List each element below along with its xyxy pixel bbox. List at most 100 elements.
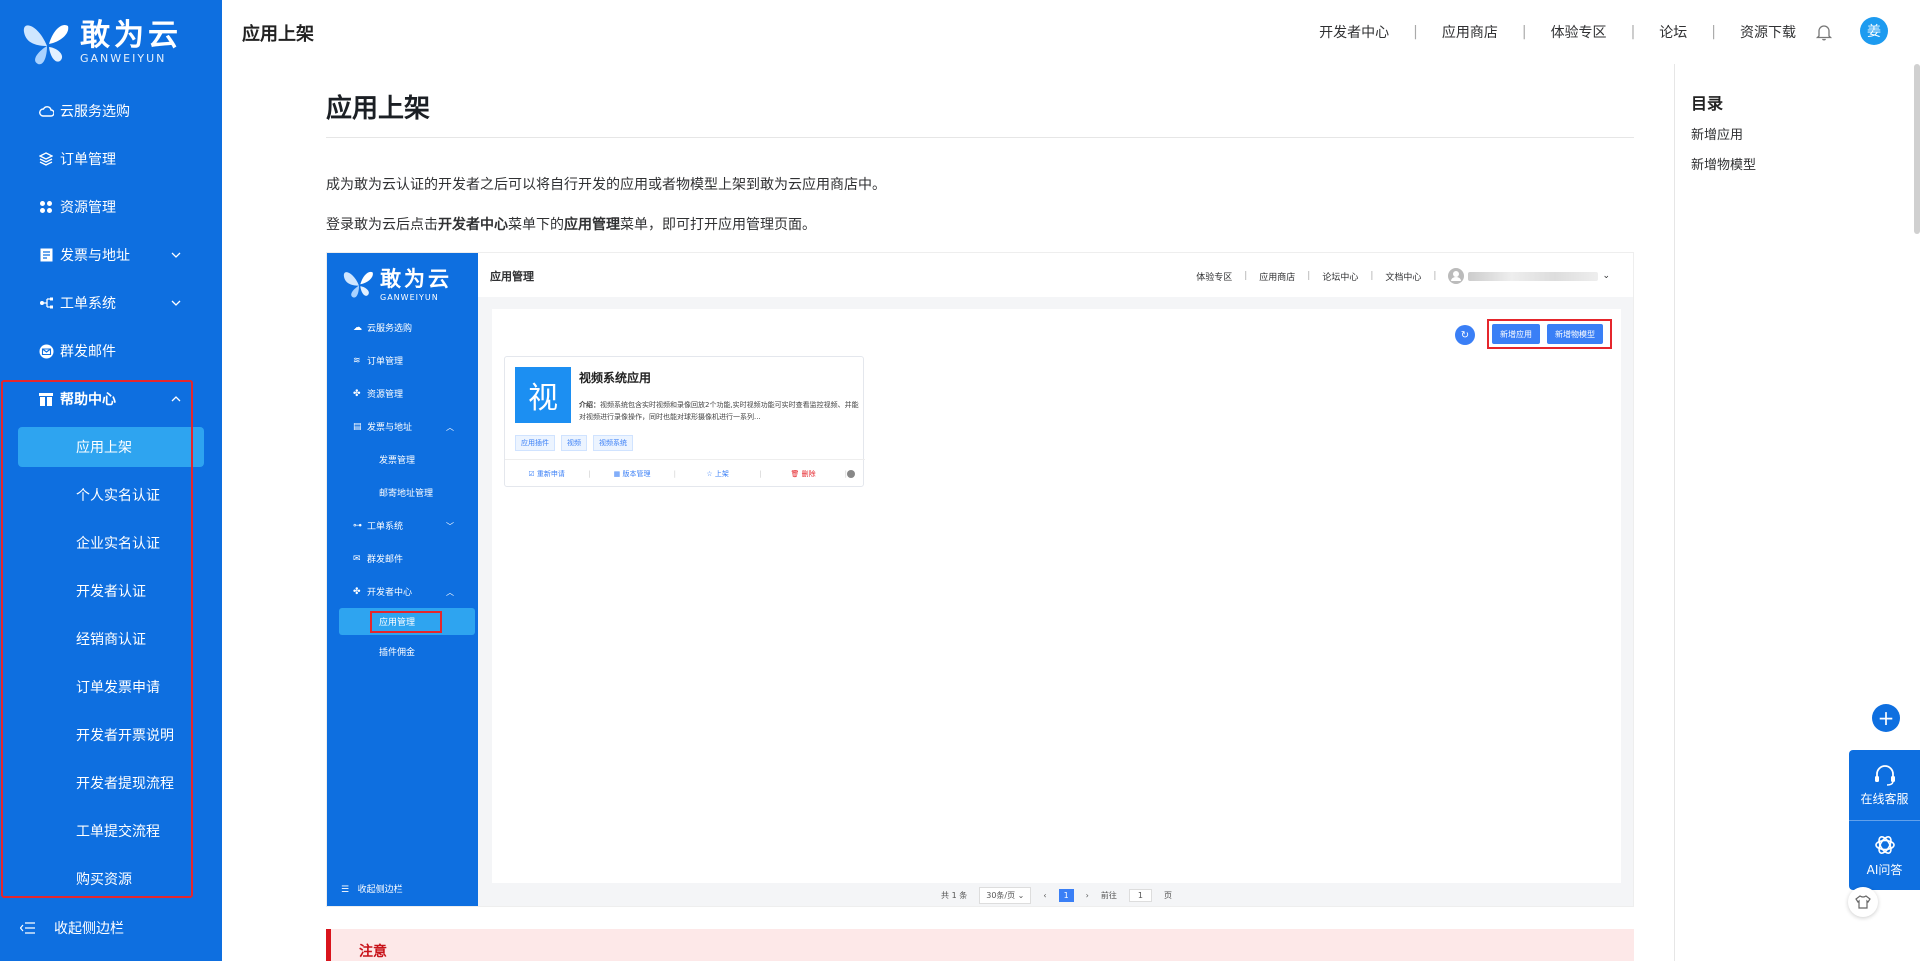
scrollbar-thumb[interactable] — [1914, 64, 1920, 234]
sidebar-item-orders[interactable]: 订单管理 — [0, 135, 222, 183]
app-root: 敢为云 GANWEIYUN 云服务选购 订单管理 资源管理 发票与地址 工单系统… — [0, 0, 1920, 961]
collapse-sidebar-button[interactable]: 收起侧边栏 — [20, 918, 124, 938]
top-link-forum[interactable]: 论坛 — [1659, 22, 1687, 42]
doc-emphasis: 开发者中心 — [438, 217, 508, 233]
screenshot-nav-item: ✤ 开发者中心 ︿ — [327, 575, 478, 608]
top-header: 应用上架 开发者中心 | 应用商店 | 体验专区 | 论坛 | 资源下载 姜 — [222, 0, 1920, 64]
collapse-menu-icon — [20, 922, 35, 934]
butterfly-logo-icon — [23, 24, 69, 65]
doc-paragraph: 登录敢为云后点击开发者中心菜单下的应用管理菜单，即可打开应用管理页面。 — [326, 214, 1634, 234]
sidebar-item-resources[interactable]: 资源管理 — [0, 183, 222, 231]
screenshot-nav-label: 工单系统 — [367, 522, 404, 532]
app-card-title: 视频系统应用 — [579, 371, 652, 385]
chevron-down-icon: ⌄ — [1602, 271, 1610, 281]
sidebar-subitem-app-listing[interactable]: 应用上架 — [18, 427, 204, 467]
online-service-label: 在线客服 — [1860, 791, 1909, 806]
tshirt-icon[interactable] — [1848, 887, 1878, 917]
toc-item-new-model[interactable]: 新增物模型 — [1691, 154, 1756, 173]
invoice-icon: ▤ — [353, 421, 362, 432]
top-link-developer-center[interactable]: 开发者中心 — [1319, 22, 1389, 42]
ai-qa-button[interactable]: AI问答 — [1849, 820, 1920, 890]
screenshot-link: 论坛中心 — [1322, 272, 1359, 283]
top-link-downloads[interactable]: 资源下载 — [1740, 22, 1796, 42]
sidebar-subitem-order-invoice[interactable]: 订单发票申请 — [0, 663, 222, 711]
chevron-up-icon: ︿ — [446, 423, 454, 432]
pager-goto: 前往 — [1100, 891, 1117, 900]
sidebar-item-invoice-address[interactable]: 发票与地址 — [0, 231, 222, 279]
pager-size-select: 30条/页 ⌄ — [979, 887, 1032, 904]
sidebar-subitem-personal-verify[interactable]: 个人实名认证 — [0, 471, 222, 519]
bell-icon[interactable] — [1814, 22, 1834, 42]
add-icon[interactable]: + — [1872, 704, 1900, 732]
pager-size-label: 30条/页 — [986, 891, 1016, 900]
doc-paragraph: 成为敢为云认证的开发者之后可以将自行开发的应用或者物模型上架到敢为云应用商店中。 — [326, 177, 886, 193]
sidebar-item-help-center[interactable]: 帮助中心 — [0, 375, 222, 423]
grid-icon — [38, 199, 54, 215]
screenshot-nav-label: 发票与地址 — [367, 423, 413, 433]
ai-qa-label: AI问答 — [1866, 863, 1903, 877]
collapse-sidebar-label: 收起侧边栏 — [54, 921, 124, 937]
screenshot-panel: ↻ 新增应用 新增物模型 视 视频系统应用 介绍：视频系统包含实时视频和录像回放… — [492, 309, 1621, 883]
screenshot-nav-label: 订单管理 — [367, 357, 404, 367]
toc-item-new-app[interactable]: 新增应用 — [1691, 124, 1743, 143]
sidebar-item-tickets[interactable]: 工单系统 — [0, 279, 222, 327]
logo-name-cn: 敢为云 — [80, 17, 182, 53]
sidebar-subitem-dealer-verify[interactable]: 经销商认证 — [0, 615, 222, 663]
sidebar-subitem-ticket-flow[interactable]: 工单提交流程 — [0, 807, 222, 855]
sidebar-item-cloud-purchase[interactable]: 云服务选购 — [0, 87, 222, 135]
sidebar-subitem-developer-verify[interactable]: 开发者认证 — [0, 567, 222, 615]
top-link-app-store[interactable]: 应用商店 — [1442, 22, 1498, 42]
app-card-desc-label: 介绍： — [579, 401, 600, 409]
screenshot-nav-sub: 插件佣金 — [379, 648, 416, 658]
app-card-desc: 介绍：视频系统包含实时视频和录像回放2个功能,实时视频功能可实时查看监控视频、并… — [579, 399, 859, 423]
refresh-icon: ↻ — [1455, 325, 1475, 345]
doc-text: 菜单，即可打开应用管理页面。 — [620, 217, 816, 233]
sidebar-subitem-buy-resources[interactable]: 购买资源 — [0, 855, 222, 903]
action-label: 上架 — [714, 469, 729, 478]
chevron-down-icon — [171, 300, 181, 306]
reapply-action: ☑ 重新申请 — [528, 469, 565, 478]
divider: | — [1244, 271, 1248, 281]
logo[interactable]: 敢为云 GANWEIYUN — [20, 16, 182, 68]
screenshot-nav-item: ✤ 资源管理 — [327, 377, 478, 410]
screenshot-nav: ☁ 云服务选购 ≋ 订单管理 ✤ 资源管理 ▤ 发票与地址 ︿ 发票管理 邮寄地址管理 ⊶… — [327, 311, 478, 668]
sidebar-subitem-company-verify[interactable]: 企业实名认证 — [0, 519, 222, 567]
screenshot-header: 应用管理 体验专区 | 应用商店 | 论坛中心 | 文档中心 | ⌄ — [478, 253, 1633, 297]
screenshot-collapse-label: 收起侧边栏 — [357, 885, 403, 895]
top-link-experience[interactable]: 体验专区 — [1551, 22, 1607, 42]
layers-icon — [38, 151, 54, 167]
screenshot-nav-label: 群发邮件 — [367, 555, 404, 565]
screenshot-links: 体验专区 | 应用商店 | 论坛中心 | 文档中心 | ⌄ — [1196, 268, 1610, 284]
pager-total: 共 1 条 — [941, 891, 968, 900]
doc-emphasis: 应用管理 — [564, 217, 620, 233]
sidebar-subitem-dev-invoice[interactable]: 开发者开票说明 — [0, 711, 222, 759]
screenshot-nav-item: ☁ 云服务选购 — [327, 311, 478, 344]
pager-input: 1 — [1128, 889, 1152, 902]
delete-action: 🗑 删除 — [790, 469, 816, 478]
divider: | — [1413, 24, 1418, 40]
sidebar-subitem-dev-withdraw[interactable]: 开发者提现流程 — [0, 759, 222, 807]
screenshot-nav-item: ▤ 发票与地址 ︿ — [327, 410, 478, 443]
sidebar-item-label: 订单管理 — [60, 152, 116, 168]
screenshot-logo-en: GANWEIYUN — [380, 293, 439, 302]
help-icon — [38, 391, 54, 407]
sidebar-item-label: 资源管理 — [60, 200, 116, 216]
layers-icon: ≋ — [353, 355, 361, 366]
chevron-up-icon: ︿ — [446, 588, 454, 597]
butterfly-logo-icon — [343, 271, 373, 298]
screenshot-logo: 敢为云 GANWEIYUN — [341, 263, 452, 302]
cloud-icon: ☁ — [353, 322, 362, 333]
app-card-desc-text: 视频系统包含实时视频和录像回放2个功能,实时视频功能可实时查看监控视频、并能对视… — [579, 401, 859, 421]
doc-text: 菜单下的 — [508, 217, 564, 233]
action-label: 删除 — [801, 469, 816, 478]
screenshot-title: 应用管理 — [490, 270, 534, 283]
blurred-username — [1468, 271, 1599, 281]
doc-content: 应用上架 成为敢为云认证的开发者之后可以将自行开发的应用或者物模型上架到敢为云应… — [326, 64, 1634, 961]
sidebar-item-mass-mail[interactable]: 群发邮件 — [0, 327, 222, 375]
avatar[interactable]: 姜 — [1860, 17, 1888, 45]
ticket-icon — [38, 295, 54, 311]
prev-page-icon: ‹ — [1043, 891, 1047, 900]
mail-icon — [38, 343, 54, 359]
mail-icon: ✉ — [353, 553, 361, 564]
online-service-button[interactable]: 在线客服 — [1849, 750, 1920, 820]
